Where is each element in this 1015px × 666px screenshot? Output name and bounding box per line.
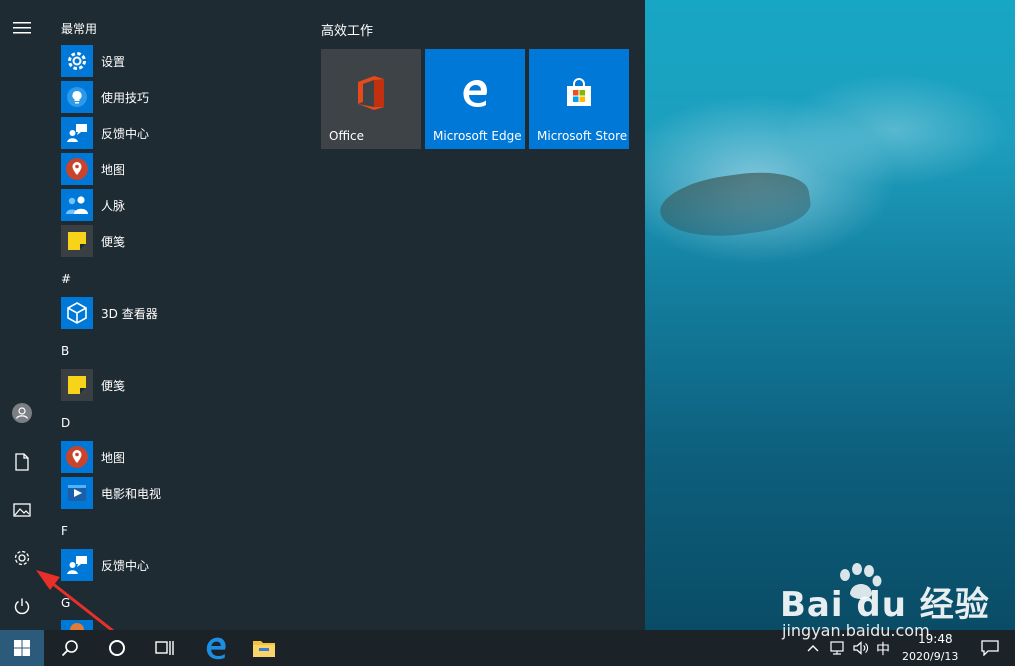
tile-microsoft-edge[interactable]: Microsoft Edge — [425, 49, 525, 149]
edge-logo-icon — [460, 78, 490, 112]
app-item-feedback-hub[interactable]: 反馈中心 — [61, 548, 291, 582]
windows-logo-icon — [14, 640, 30, 656]
app-item-people[interactable]: 人脉 — [61, 188, 291, 222]
app-label: 人脉 — [101, 198, 126, 213]
start-button[interactable] — [0, 630, 44, 666]
section-header-letter[interactable]: F — [61, 524, 68, 538]
tile-microsoft-store[interactable]: Microsoft Store — [529, 49, 629, 149]
search-icon — [61, 640, 78, 657]
task-view-button[interactable] — [143, 630, 187, 666]
task-view-icon — [155, 641, 174, 655]
edge-logo-icon — [206, 637, 226, 660]
section-header-letter[interactable]: D — [61, 416, 70, 430]
app-label: 反馈中心 — [101, 558, 150, 573]
app-label: 电影和电视 — [101, 486, 162, 501]
baidu-jingyan-watermark: Bai du 经验 jingyan.baidu.com — [780, 555, 1005, 645]
store-bag-icon — [564, 78, 594, 112]
section-header-most-used: 最常用 — [61, 22, 98, 36]
taskbar-file-explorer[interactable] — [241, 630, 287, 666]
clock-date[interactable]: 2020/9/13 — [902, 650, 958, 663]
app-item-partial[interactable] — [61, 620, 93, 630]
map-pin-icon — [61, 441, 93, 473]
start-rail — [0, 0, 44, 630]
feedback-hub-icon — [61, 549, 93, 581]
app-item-settings[interactable]: 设置 — [61, 44, 291, 78]
taskbar-edge[interactable] — [193, 630, 239, 666]
sticky-note-icon — [61, 369, 93, 401]
people-icon — [61, 189, 93, 221]
sticky-note-icon — [61, 225, 93, 257]
hamburger-menu-icon[interactable] — [0, 6, 44, 50]
tile-label: Microsoft Edge — [433, 129, 522, 143]
app-label: 反馈中心 — [101, 126, 150, 141]
start-menu: 最常用 设置 使用技巧 反馈中心 地图 人脉 便笺 # 3D 查看器 B 便笺 … — [0, 0, 645, 630]
app-item-maps[interactable]: 地图 — [61, 152, 291, 186]
app-item-feedback-hub[interactable]: 反馈中心 — [61, 116, 291, 150]
section-header-letter[interactable]: B — [61, 344, 69, 358]
cortana-circle-icon — [109, 640, 125, 656]
app-item-maps[interactable]: 地图 — [61, 440, 291, 474]
app-item-sticky-notes[interactable]: 便笺 — [61, 368, 291, 402]
map-pin-icon — [61, 153, 93, 185]
tile-label: Office — [329, 129, 365, 143]
app-label: 设置 — [101, 54, 126, 69]
power-icon[interactable] — [0, 584, 44, 628]
section-header-letter[interactable]: # — [61, 272, 71, 286]
app-label: 3D 查看器 — [101, 306, 158, 321]
app-label: 使用技巧 — [101, 90, 150, 105]
watermark-brand: Bai du 经验 — [780, 585, 990, 625]
tile-office[interactable]: Office — [321, 49, 421, 149]
app-item-movies-tv[interactable]: 电影和电视 — [61, 476, 291, 510]
tile-group-title[interactable]: 高效工作 — [321, 20, 373, 39]
feedback-hub-icon — [61, 117, 93, 149]
film-play-icon — [61, 477, 93, 509]
settings-gear-icon — [61, 45, 93, 77]
tile-label: Microsoft Store — [537, 129, 628, 143]
pictures-icon[interactable] — [0, 488, 44, 532]
folder-icon — [253, 641, 275, 657]
watermark-url: jingyan.baidu.com — [782, 621, 930, 640]
app-item-3d-viewer[interactable]: 3D 查看器 — [61, 296, 291, 330]
app-label: 便笺 — [101, 234, 126, 249]
desktop-wallpaper — [645, 0, 1015, 630]
cube-icon — [61, 297, 93, 329]
app-item-tips[interactable]: 使用技巧 — [61, 80, 291, 114]
app-item-sticky-notes[interactable]: 便笺 — [61, 224, 291, 258]
lightbulb-icon — [61, 81, 93, 113]
cortana-button[interactable] — [95, 630, 139, 666]
app-label: 地图 — [101, 162, 126, 177]
office-logo-icon — [354, 74, 388, 116]
app-label: 便笺 — [101, 378, 126, 393]
section-header-letter[interactable]: G — [61, 596, 70, 610]
chevron-up-icon — [807, 645, 819, 652]
user-avatar-icon[interactable] — [0, 391, 44, 435]
settings-icon[interactable] — [0, 536, 44, 580]
search-button[interactable] — [48, 630, 92, 666]
app-label: 地图 — [101, 450, 126, 465]
documents-icon[interactable] — [0, 440, 44, 484]
